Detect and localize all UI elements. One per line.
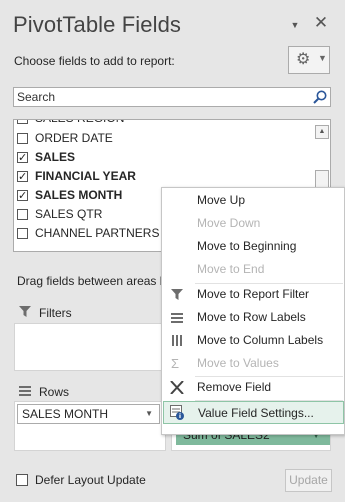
filter-icon <box>171 289 183 300</box>
menu-item-label: Move to Column Labels <box>197 333 324 347</box>
field-checkbox[interactable]: ✓ <box>17 171 28 183</box>
field-item-financial-year[interactable]: ✓ FINANCIAL YEAR <box>14 167 314 186</box>
value-settings-icon <box>170 405 184 420</box>
rows-field-label: SALES MONTH <box>22 407 109 421</box>
menu-item-label: Value Field Settings... <box>198 406 314 420</box>
menu-item-move-to-end[interactable]: Move to End <box>163 258 343 280</box>
columns-icon <box>172 335 182 346</box>
menu-item-move-to-report-filter[interactable]: Move to Report Filter <box>163 283 343 305</box>
checkmark-icon: ✓ <box>18 152 28 164</box>
menu-item-move-to-values[interactable]: Σ Move to Values <box>163 352 343 374</box>
rows-icon <box>171 313 183 323</box>
defer-layout-checkbox[interactable] <box>16 474 28 486</box>
panel-title: PivotTable Fields <box>13 12 181 37</box>
search-box[interactable] <box>13 87 331 107</box>
field-checkbox[interactable]: ✓ <box>17 190 28 202</box>
rows-icon <box>19 386 31 396</box>
menu-item-remove-field[interactable]: Remove Field <box>163 376 343 398</box>
panel-options-dropdown[interactable]: ▼ <box>286 14 304 32</box>
menu-item-label: Move to Row Labels <box>197 310 306 324</box>
menu-item-move-to-beginning[interactable]: Move to Beginning <box>163 235 343 257</box>
field-label: SALES <box>35 150 76 164</box>
chevron-down-icon: ▼ <box>318 53 327 63</box>
rows-field-sales-month[interactable]: SALES MONTH ▼ <box>17 404 160 424</box>
filter-icon <box>19 306 31 317</box>
field-label: SALES QTR <box>35 207 103 221</box>
filters-drop-area[interactable] <box>14 323 166 371</box>
rows-area-label: Rows <box>39 385 70 399</box>
choose-fields-label: Choose fields to add to report: <box>14 54 175 68</box>
field-context-menu: Move Up Move Down Move to Beginning Move… <box>161 187 345 435</box>
search-input[interactable] <box>14 88 304 106</box>
sigma-icon: Σ <box>171 356 180 371</box>
menu-item-label: Move to Report Filter <box>197 287 310 301</box>
field-checkbox[interactable] <box>17 228 28 239</box>
close-icon: ✕ <box>313 13 329 32</box>
menu-item-value-field-settings[interactable]: Value Field Settings... <box>163 401 344 424</box>
field-label: CHANNEL PARTNERS <box>35 226 160 240</box>
chevron-down-icon[interactable]: ▼ <box>145 405 153 423</box>
field-item-sales[interactable]: ✓ SALES <box>14 148 314 167</box>
field-checkbox[interactable]: ✓ <box>17 152 28 164</box>
menu-item-label: Move to Values <box>197 356 279 370</box>
scroll-up-arrow-icon[interactable]: ▲ <box>315 125 329 139</box>
field-label: FINANCIAL YEAR <box>35 169 136 183</box>
defer-layout-label: Defer Layout Update <box>35 473 146 487</box>
field-item-sales-region[interactable]: SALES REGION <box>14 120 314 128</box>
close-button[interactable]: ✕ <box>312 14 330 32</box>
menu-item-move-up[interactable]: Move Up <box>163 189 343 211</box>
remove-icon <box>170 381 184 394</box>
gear-icon: ⚙ <box>296 51 311 68</box>
menu-item-label: Remove Field <box>197 380 272 394</box>
menu-item-move-down[interactable]: Move Down <box>163 212 343 234</box>
field-label: ORDER DATE <box>35 131 113 145</box>
field-label: SALES MONTH <box>35 188 123 202</box>
menu-item-label: Move Down <box>197 216 261 230</box>
filters-area-label: Filters <box>39 306 72 320</box>
menu-item-label: Move Up <box>197 193 246 207</box>
checkmark-icon: ✓ <box>18 190 28 202</box>
update-button[interactable]: Update <box>285 469 332 492</box>
tools-button[interactable]: ⚙ ▼ <box>288 46 330 74</box>
field-checkbox[interactable] <box>17 133 28 144</box>
menu-item-move-to-column-labels[interactable]: Move to Column Labels <box>163 329 343 351</box>
field-checkbox[interactable] <box>17 120 28 124</box>
chevron-down-icon: ▼ <box>290 20 300 30</box>
search-icon[interactable] <box>312 89 328 105</box>
menu-item-label: Move to Beginning <box>197 239 297 253</box>
menu-item-move-to-row-labels[interactable]: Move to Row Labels <box>163 306 343 328</box>
field-checkbox[interactable] <box>17 209 28 220</box>
field-item-order-date[interactable]: ORDER DATE <box>14 129 314 148</box>
checkmark-icon: ✓ <box>18 171 28 183</box>
menu-item-label: Move to End <box>197 262 265 276</box>
field-label: SALES REGION <box>35 120 124 128</box>
